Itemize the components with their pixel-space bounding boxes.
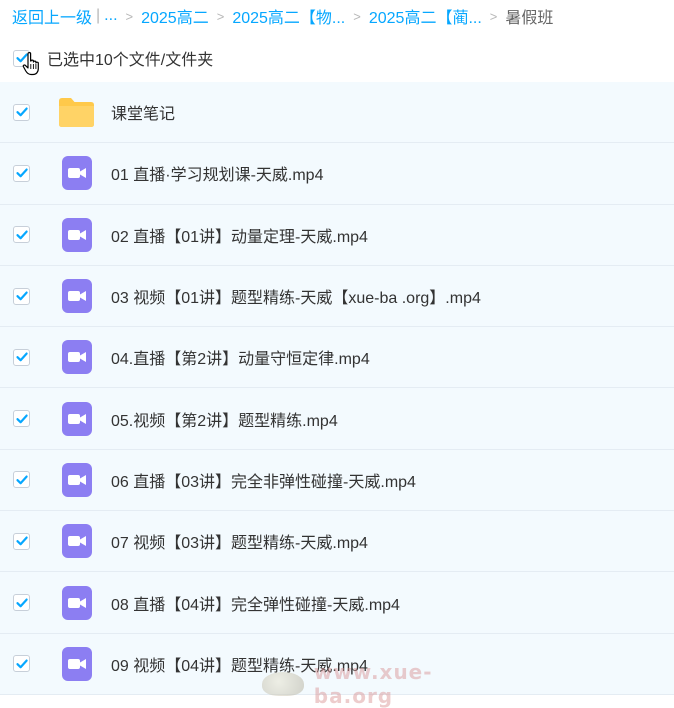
file-name[interactable]: 04.直播【第2讲】动量守恒定律.mp4 xyxy=(111,345,370,369)
file-row-4[interactable]: 03 视频【01讲】题型精练-天威【xue-ba .org】.mp4 xyxy=(0,265,674,328)
checkmark-icon xyxy=(15,352,28,362)
chevron-right-icon: > xyxy=(489,8,498,24)
file-name[interactable]: 01 直播·学习规划课-天威.mp4 xyxy=(111,161,323,185)
file-row-1[interactable]: 课堂笔记 xyxy=(0,82,674,144)
file-name[interactable]: 05.视频【第2讲】题型精练.mp4 xyxy=(111,407,338,431)
chevron-right-icon: > xyxy=(216,8,225,24)
back-link[interactable]: 返回上一级 xyxy=(12,4,92,28)
file-checkbox[interactable] xyxy=(13,594,30,612)
video-file-icon xyxy=(58,584,95,621)
file-row-5[interactable]: 04.直播【第2讲】动量守恒定律.mp4 xyxy=(0,327,674,389)
video-file-icon xyxy=(58,216,95,253)
file-name[interactable]: 03 视频【01讲】题型精练-天威【xue-ba .org】.mp4 xyxy=(111,284,481,308)
video-file-icon xyxy=(58,523,95,560)
breadcrumb-ellipsis[interactable]: ... xyxy=(104,7,117,25)
checkmark-icon xyxy=(15,536,28,546)
checkmark-icon xyxy=(15,659,28,669)
video-file-icon xyxy=(58,339,95,376)
file-row-3[interactable]: 02 直播【01讲】动量定理-天威.mp4 xyxy=(0,204,674,266)
video-file-icon xyxy=(58,155,95,192)
video-file-icon xyxy=(58,400,95,437)
chevron-right-icon: > xyxy=(125,8,134,24)
breadcrumb: 返回上一级 | ... > 2025高二 > 2025高二【物... > 202… xyxy=(12,0,674,32)
checkmark-icon xyxy=(15,168,28,178)
file-checkbox[interactable] xyxy=(13,348,30,366)
file-name[interactable]: 06 直播【03讲】完全非弹性碰撞-天威.mp4 xyxy=(111,468,416,492)
file-row-7[interactable]: 06 直播【03讲】完全非弹性碰撞-天威.mp4 xyxy=(0,449,674,512)
selection-count-text: 已选中10个文件/文件夹 xyxy=(47,52,214,69)
selection-bar: 已选中10个文件/文件夹 xyxy=(0,38,674,78)
breadcrumb-current: 暑假班 xyxy=(505,10,554,27)
file-row-8[interactable]: 07 视频【03讲】题型精练-天威.mp4 xyxy=(0,511,674,573)
file-checkbox[interactable] xyxy=(13,655,30,673)
file-row-6[interactable]: 05.视频【第2讲】题型精练.mp4 xyxy=(0,388,674,450)
file-checkbox[interactable] xyxy=(13,164,30,182)
file-row-9[interactable]: 08 直播【04讲】完全弹性碰撞-天威.mp4 xyxy=(0,572,674,634)
breadcrumb-item-2[interactable]: 2025高二【物... xyxy=(232,4,345,28)
video-file-icon xyxy=(58,461,95,498)
checkmark-icon xyxy=(15,53,28,63)
checkmark-icon xyxy=(15,414,28,423)
file-name[interactable]: 02 直播【01讲】动量定理-天威.mp4 xyxy=(111,223,368,247)
video-file-icon xyxy=(58,645,95,682)
select-all-checkbox[interactable] xyxy=(13,49,30,67)
file-checkbox[interactable] xyxy=(13,103,30,121)
file-checkbox[interactable] xyxy=(13,532,30,550)
checkmark-icon xyxy=(15,230,28,240)
checkmark-icon xyxy=(15,107,28,117)
file-checkbox[interactable] xyxy=(13,410,30,428)
breadcrumb-item-1[interactable]: 2025高二 xyxy=(141,4,209,28)
file-checkbox[interactable] xyxy=(13,226,30,244)
file-row-2[interactable]: 01 直播·学习规划课-天威.mp4 xyxy=(0,143,674,205)
folder-icon xyxy=(58,94,95,131)
file-name[interactable]: 08 直播【04讲】完全弹性碰撞-天威.mp4 xyxy=(111,591,400,615)
checkmark-icon xyxy=(15,475,28,485)
breadcrumb-item-3[interactable]: 2025高二【蔺... xyxy=(369,4,482,28)
chevron-right-icon: > xyxy=(353,8,361,24)
file-checkbox[interactable] xyxy=(13,471,30,489)
video-file-icon xyxy=(58,278,95,315)
breadcrumb-pipe: | xyxy=(96,7,101,24)
file-name[interactable]: 09 视频【04讲】题型精练-天威.mp4 xyxy=(111,652,368,676)
file-list: 课堂笔记 01 直播·学习规划课-天威.mp4 02 直播【01讲】动量定理-天… xyxy=(0,82,674,695)
checkmark-icon xyxy=(15,291,28,301)
checkmark-icon xyxy=(15,598,28,607)
file-name[interactable]: 课堂笔记 xyxy=(111,100,175,124)
file-name[interactable]: 07 视频【03讲】题型精练-天威.mp4 xyxy=(111,529,368,553)
file-row-10[interactable]: 09 视频【04讲】题型精练-天威.mp4 xyxy=(0,633,674,695)
file-checkbox[interactable] xyxy=(13,287,30,305)
